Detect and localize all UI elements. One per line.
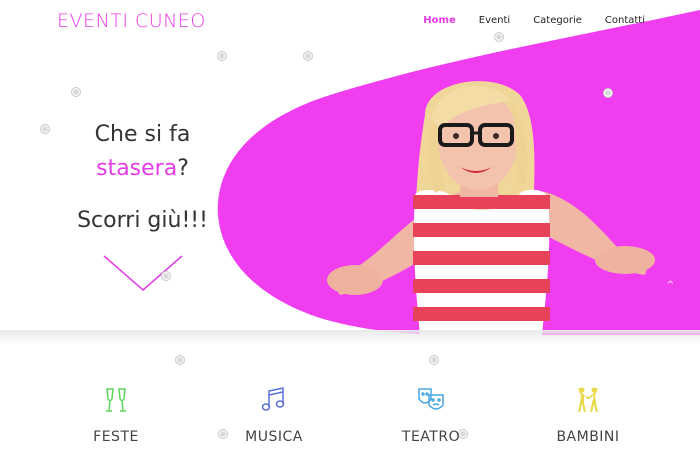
hero-highlight: stasera bbox=[96, 156, 178, 181]
snowflake-icon bbox=[175, 355, 185, 365]
scroll-down-chevron-icon[interactable] bbox=[102, 254, 184, 294]
hero-question: Che si fa stasera? bbox=[60, 118, 225, 186]
champagne-glasses-icon bbox=[106, 388, 126, 412]
back-to-top-icon[interactable]: ⌃ bbox=[665, 279, 676, 294]
snowflake-icon bbox=[303, 51, 313, 61]
categories-section: FESTE MUSICA TEATRO BAMBINI bbox=[0, 345, 700, 467]
nav-item-contatti[interactable]: Contatti bbox=[605, 15, 645, 26]
snowflake-icon bbox=[429, 355, 439, 365]
category-label: TEATRO bbox=[401, 429, 461, 445]
snowflake-icon bbox=[217, 51, 227, 61]
hero-section: Che si fa stasera? Scorri giù!!! bbox=[0, 0, 700, 335]
snowflake-icon bbox=[71, 87, 81, 97]
hero-bottom-shadow bbox=[0, 330, 700, 344]
snowflake-icon bbox=[603, 88, 613, 98]
category-musica[interactable]: MUSICA bbox=[204, 383, 344, 445]
top-navigation: EVENTI CUNEO Home Eventi Categorie Conta… bbox=[0, 0, 700, 44]
category-teatro[interactable]: TEATRO bbox=[361, 383, 501, 445]
category-bambini[interactable]: BAMBINI bbox=[518, 383, 658, 445]
nav-item-categorie[interactable]: Categorie bbox=[533, 15, 582, 26]
snowflake-icon bbox=[161, 271, 171, 281]
theater-masks-icon bbox=[418, 388, 444, 410]
nav-item-eventi[interactable]: Eventi bbox=[479, 15, 510, 26]
hero-line1: Che si fa bbox=[94, 122, 191, 147]
hero-question-mark: ? bbox=[177, 156, 189, 181]
category-label: MUSICA bbox=[245, 429, 303, 445]
children-icon bbox=[578, 387, 598, 412]
hero-woman-photo bbox=[327, 81, 655, 335]
snowflake-icon bbox=[40, 124, 50, 134]
category-label: FESTE bbox=[93, 429, 139, 445]
nav-item-home[interactable]: Home bbox=[423, 15, 455, 26]
music-note-icon bbox=[261, 387, 285, 411]
site-logo[interactable]: EVENTI CUNEO bbox=[57, 10, 206, 32]
nav-menu: Home Eventi Categorie Contatti bbox=[423, 15, 645, 26]
category-feste[interactable]: FESTE bbox=[46, 383, 186, 445]
category-label: BAMBINI bbox=[556, 429, 620, 445]
hero-scroll-text: Scorri giù!!! bbox=[77, 208, 208, 233]
